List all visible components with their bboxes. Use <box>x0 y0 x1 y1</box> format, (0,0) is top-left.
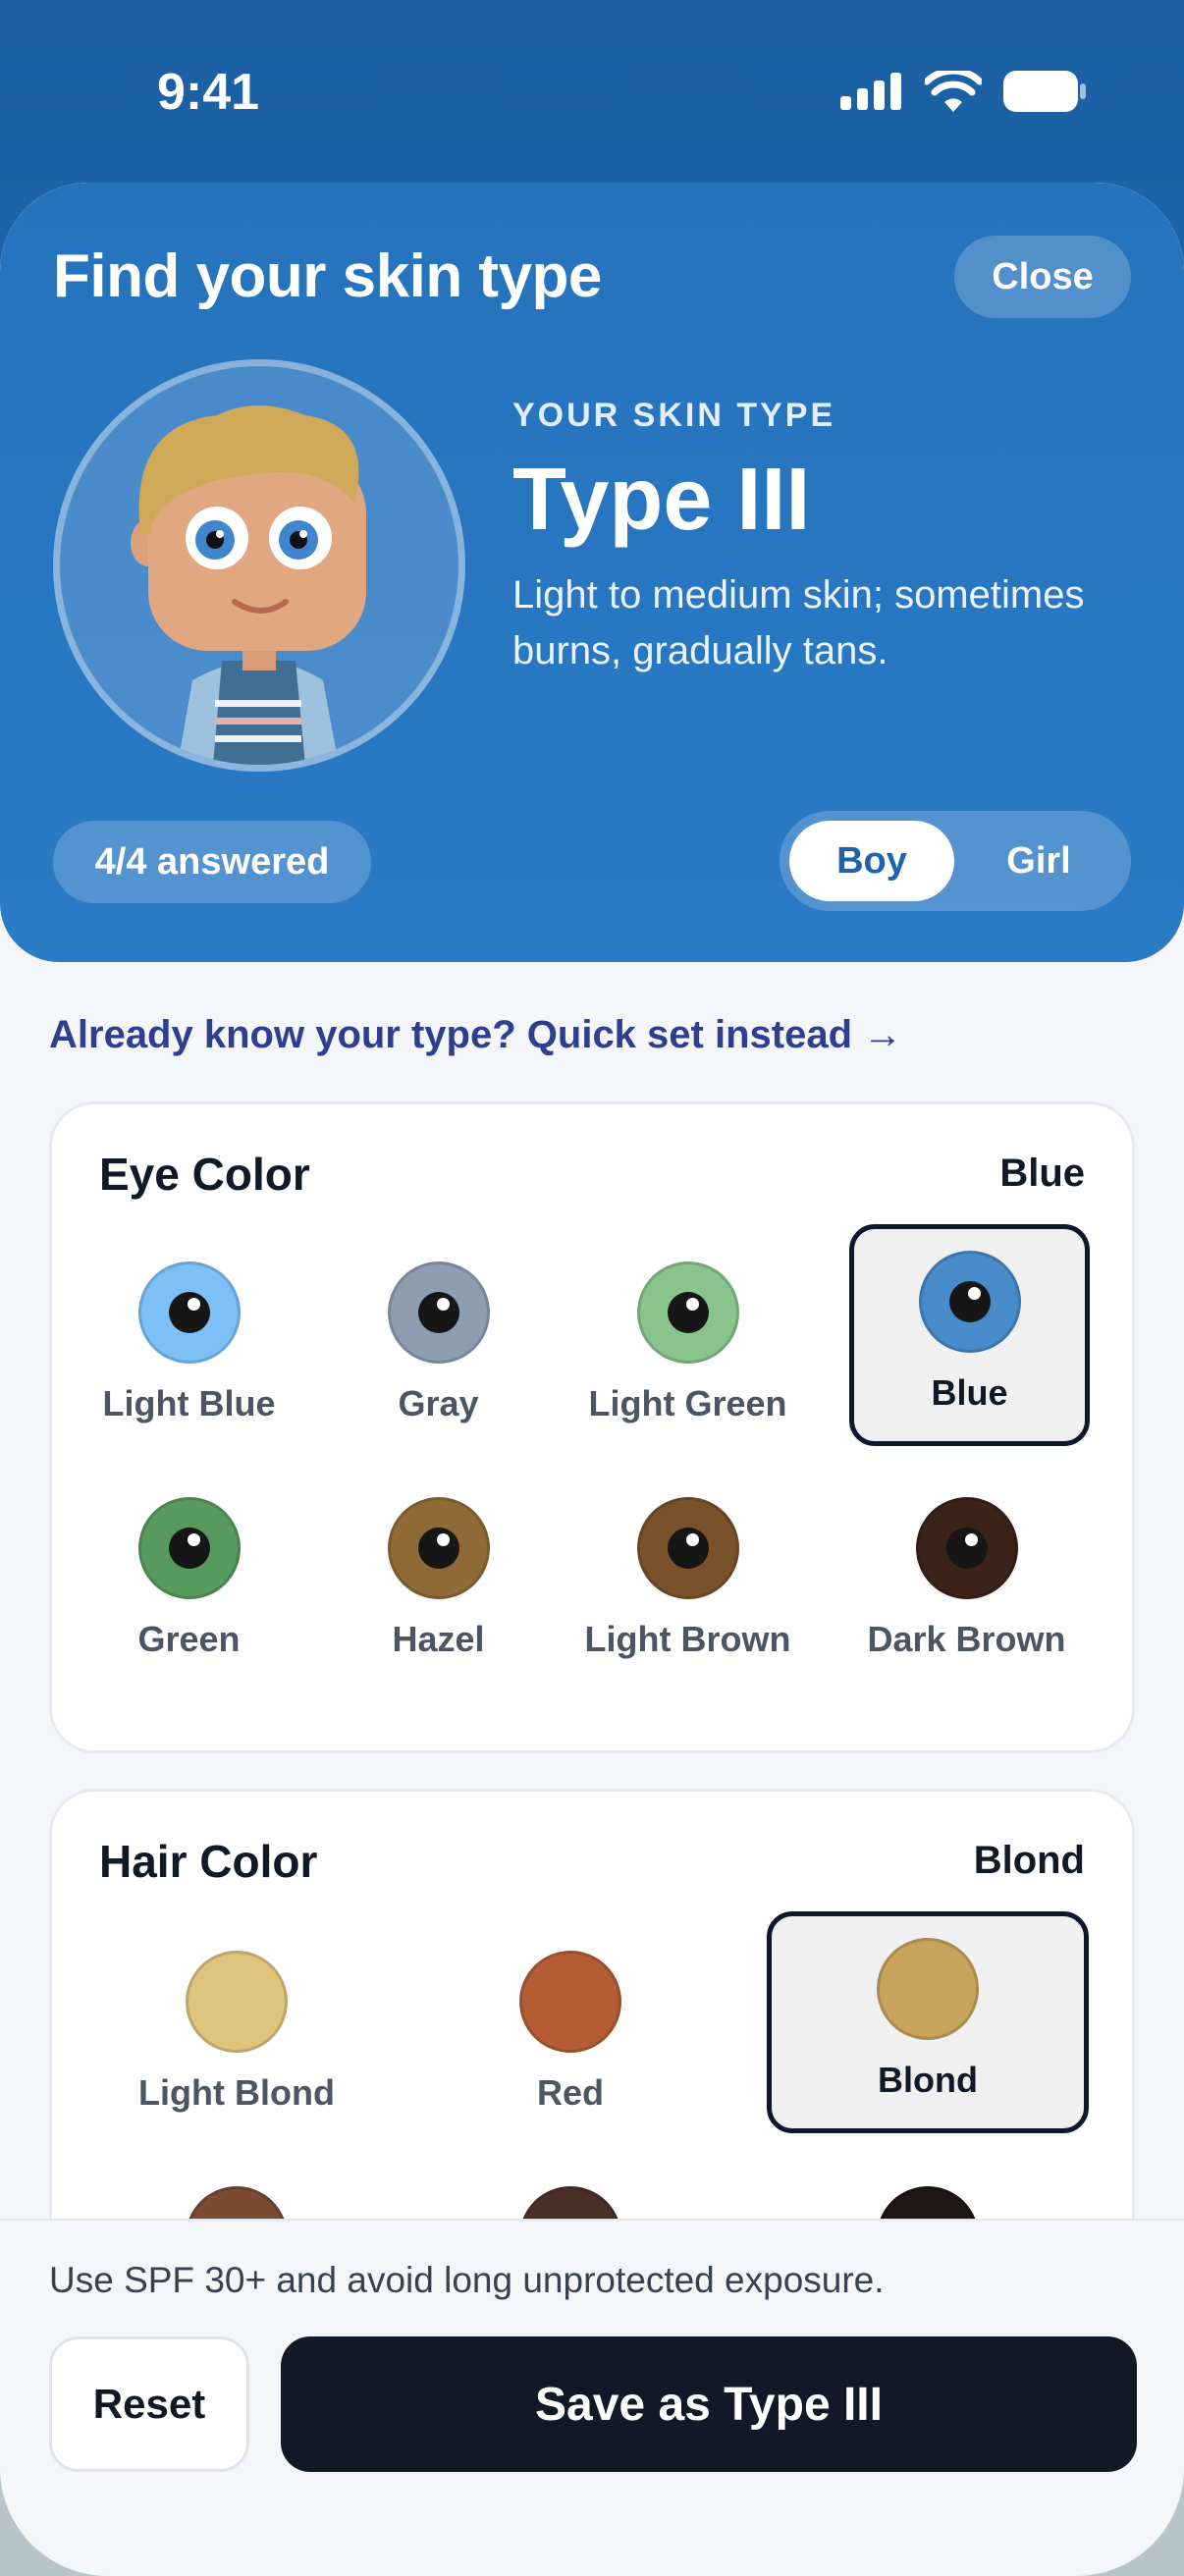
reset-button[interactable]: Reset <box>49 2336 249 2472</box>
sun-safety-tip: Use SPF 30+ and avoid long unprotected e… <box>49 2260 885 2300</box>
skin-type-header: Find your skin type Close YOUR SKIN TYPE… <box>0 183 1184 962</box>
green-eye-swatch <box>137 1497 241 1599</box>
toggle-girl[interactable]: Girl <box>956 821 1121 901</box>
red-hair-swatch <box>519 1951 621 2053</box>
skin-type-sheet: Find your skin type Close YOUR SKIN TYPE… <box>0 183 1184 2574</box>
eye-option-hazel[interactable]: Hazel <box>319 1476 558 1701</box>
gender-toggle: Boy Girl <box>780 811 1131 911</box>
eye-option-dark-brown[interactable]: Dark Brown <box>847 1476 1086 1701</box>
eye-option-light-brown[interactable]: Light Brown <box>568 1476 807 1701</box>
eye-color-title: Eye Color <box>99 1149 310 1200</box>
status-icons <box>840 71 1086 112</box>
eye-color-value: Blue <box>999 1152 1085 1195</box>
progress-badge: 4/4 answered <box>53 821 371 903</box>
skin-type-description: Light to medium skin; sometimes burns, g… <box>512 573 1085 672</box>
eye-option-gray[interactable]: Gray <box>319 1240 558 1466</box>
eye-option-blue[interactable]: Blue <box>849 1224 1090 1446</box>
avatar <box>53 359 465 772</box>
light-brown-eye-swatch <box>636 1497 739 1599</box>
battery-icon <box>1003 71 1086 112</box>
close-button[interactable]: Close <box>954 236 1131 318</box>
light-blue-eye-swatch <box>137 1261 241 1364</box>
page-title: Find your skin type <box>53 242 602 310</box>
hair-option-red[interactable]: Red <box>413 1929 727 2151</box>
hair-color-title: Hair Color <box>99 1836 318 1887</box>
hair-option-blond[interactable]: Blond <box>767 1911 1089 2133</box>
status-time: 9:41 <box>157 64 260 121</box>
toggle-boy[interactable]: Boy <box>789 821 954 901</box>
skin-type-kicker: YOUR SKIN TYPE <box>512 397 836 434</box>
gray-eye-swatch <box>387 1261 490 1364</box>
eye-option-green[interactable]: Green <box>70 1476 308 1701</box>
signal-icon <box>840 73 901 110</box>
blond-hair-swatch <box>877 1938 979 2040</box>
quick-set-link[interactable]: Already know your type? Quick set instea… <box>49 1013 902 1057</box>
hair-color-value: Blond <box>973 1839 1085 1882</box>
eye-option-light-blue[interactable]: Light Blue <box>70 1240 308 1466</box>
blue-eye-swatch <box>918 1251 1021 1353</box>
dark-brown-eye-swatch <box>915 1497 1018 1599</box>
skin-type-name: Type III <box>512 451 811 549</box>
hair-option-light-blond[interactable]: Light Blond <box>80 1929 394 2151</box>
hazel-eye-swatch <box>387 1497 490 1599</box>
save-button[interactable]: Save as Type III <box>281 2336 1137 2472</box>
light-green-eye-swatch <box>636 1261 739 1364</box>
wifi-icon <box>925 71 982 112</box>
eye-color-card: Eye Color Blue Light Blue Gray Light Gre… <box>49 1101 1135 1753</box>
light-blond-hair-swatch <box>186 1951 288 2053</box>
eye-option-light-green[interactable]: Light Green <box>568 1240 807 1466</box>
boy-avatar-illustration <box>131 405 366 765</box>
